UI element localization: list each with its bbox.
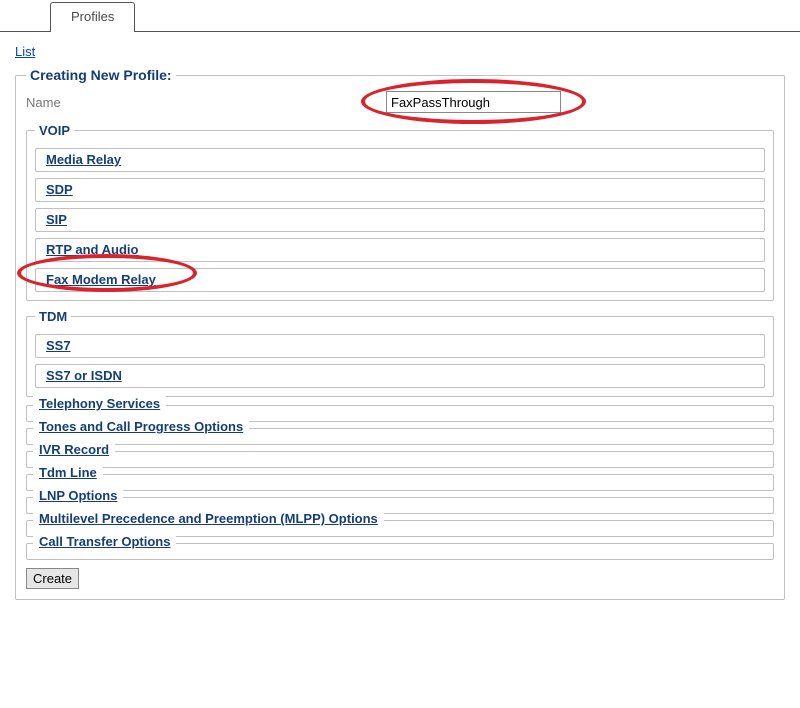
tab-strip: Profiles: [0, 2, 800, 32]
voip-link-fax-modem-relay[interactable]: Fax Modem Relay: [46, 272, 156, 287]
voip-link-rtp-audio[interactable]: RTP and Audio: [46, 242, 138, 257]
content: List Creating New Profile: Name VOIP Med…: [0, 32, 800, 600]
link-tdm-line[interactable]: Tdm Line: [39, 465, 97, 480]
create-profile-form: Creating New Profile: Name VOIP Media Re…: [15, 67, 785, 600]
voip-item-fax-wrap: Fax Modem Relay: [35, 268, 765, 292]
page: Profiles List Creating New Profile: Name…: [0, 2, 800, 622]
link-telephony-services[interactable]: Telephony Services: [39, 396, 160, 411]
tdm-legend: TDM: [35, 309, 71, 324]
tdm-item-ss7: SS7: [35, 334, 765, 358]
voip-item-fax-modem-relay: Fax Modem Relay: [35, 268, 765, 292]
section-call-transfer-options: Call Transfer Options: [26, 543, 774, 560]
voip-legend: VOIP: [35, 123, 74, 138]
tdm-item-ss7-isdn: SS7 or ISDN: [35, 364, 765, 388]
name-label: Name: [26, 95, 146, 110]
form-legend: Creating New Profile:: [26, 67, 176, 83]
section-ivr-record: IVR Record: [26, 451, 774, 468]
link-tones-call-progress[interactable]: Tones and Call Progress Options: [39, 419, 243, 434]
voip-group: VOIP Media Relay SDP SIP RTP and Audio F…: [26, 123, 774, 301]
name-input[interactable]: [386, 91, 561, 113]
tdm-group: TDM SS7 SS7 or ISDN: [26, 309, 774, 397]
tdm-link-ss7-isdn[interactable]: SS7 or ISDN: [46, 368, 122, 383]
name-row: Name: [26, 91, 774, 113]
section-tones-call-progress: Tones and Call Progress Options: [26, 428, 774, 445]
list-link[interactable]: List: [15, 44, 35, 59]
voip-item-sip: SIP: [35, 208, 765, 232]
create-button[interactable]: Create: [26, 568, 79, 589]
voip-link-sdp[interactable]: SDP: [46, 182, 73, 197]
voip-item-media-relay: Media Relay: [35, 148, 765, 172]
name-input-wrap: [386, 91, 561, 113]
voip-item-sdp: SDP: [35, 178, 765, 202]
tab-profiles[interactable]: Profiles: [50, 2, 135, 32]
voip-link-sip[interactable]: SIP: [46, 212, 67, 227]
link-call-transfer-options[interactable]: Call Transfer Options: [39, 534, 170, 549]
link-lnp-options[interactable]: LNP Options: [39, 488, 117, 503]
link-ivr-record[interactable]: IVR Record: [39, 442, 109, 457]
voip-item-rtp-audio: RTP and Audio: [35, 238, 765, 262]
tdm-link-ss7[interactable]: SS7: [46, 338, 71, 353]
link-mlpp-options[interactable]: Multilevel Precedence and Preemption (ML…: [39, 511, 378, 526]
section-tdm-line: Tdm Line: [26, 474, 774, 491]
voip-link-media-relay[interactable]: Media Relay: [46, 152, 121, 167]
